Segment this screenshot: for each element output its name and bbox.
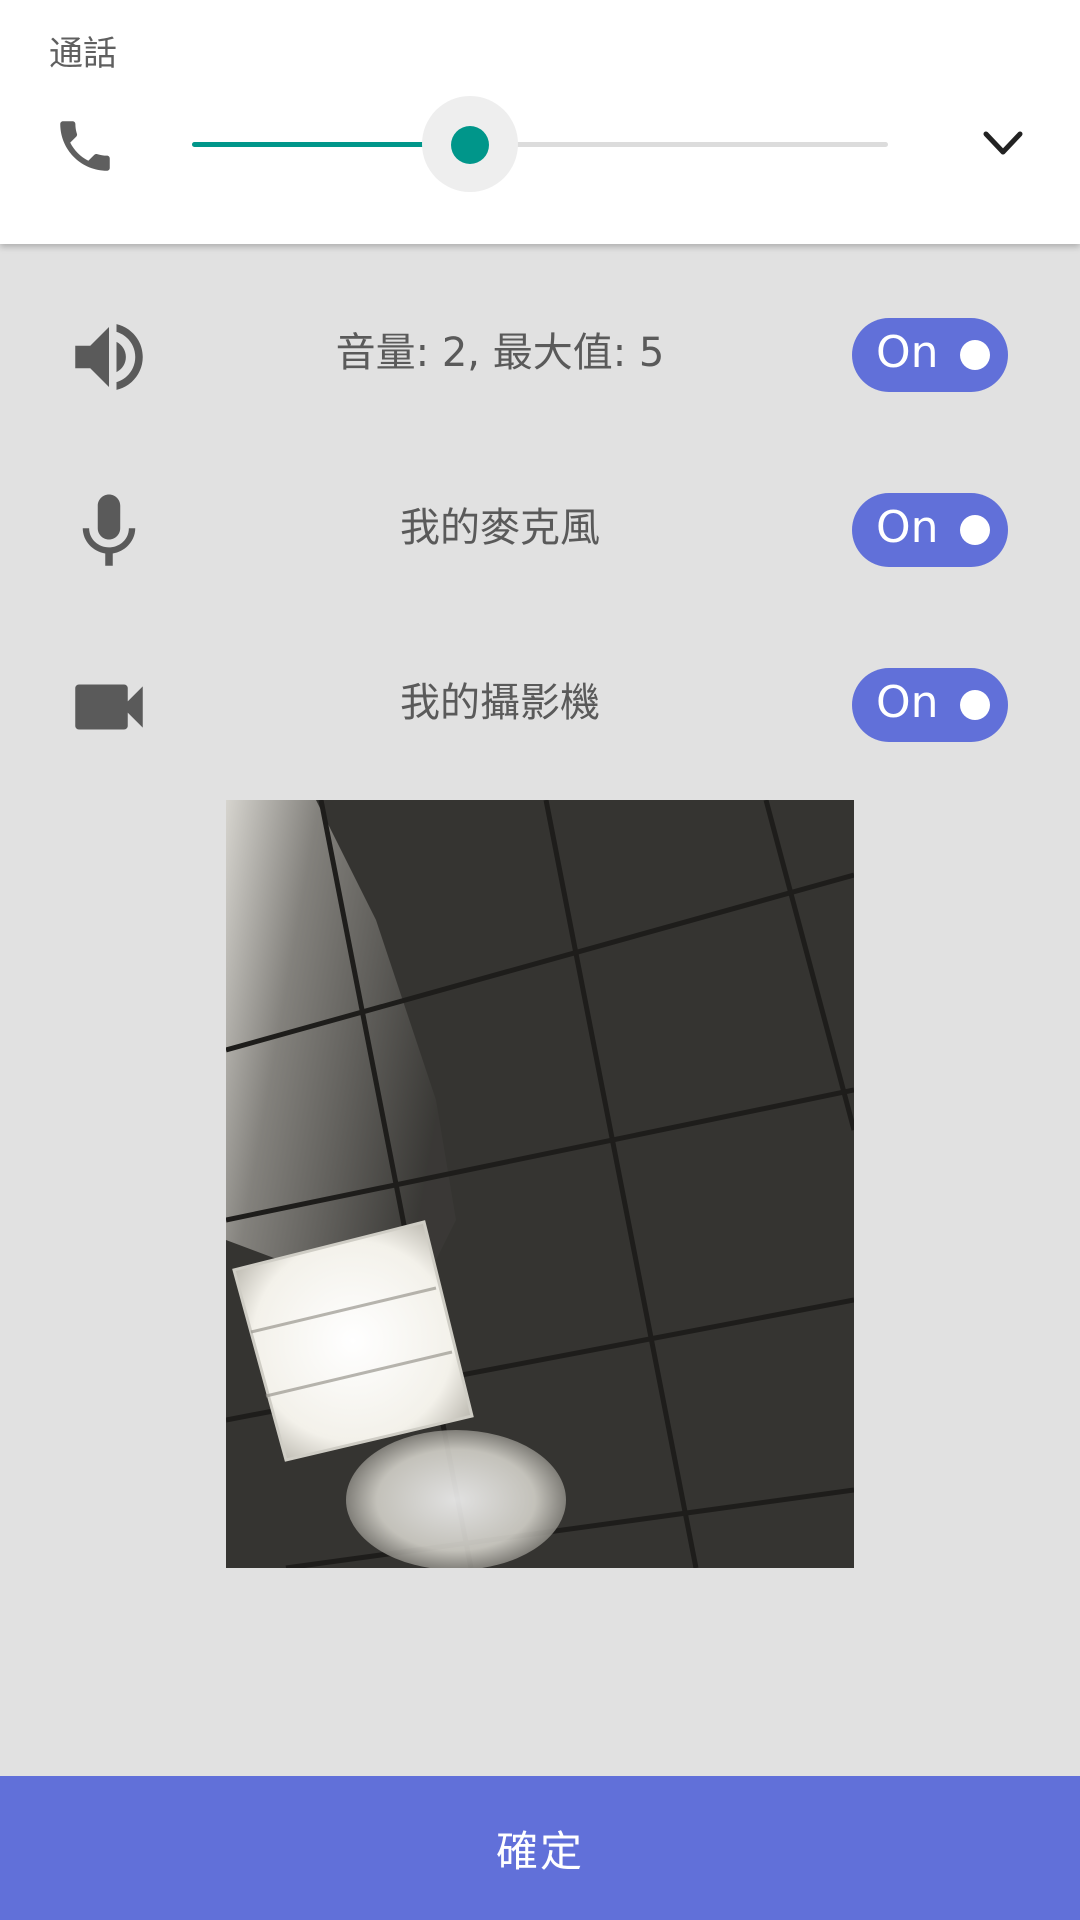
confirm-button[interactable]: 確定 xyxy=(0,1776,1080,1920)
camera-preview xyxy=(226,800,854,1568)
phone-icon xyxy=(60,121,110,171)
volume-slider[interactable] xyxy=(192,96,888,192)
videocam-icon xyxy=(75,684,143,730)
camera-label: 我的攝影機 xyxy=(400,680,600,726)
speaker-toggle-text: On xyxy=(876,327,939,378)
confirm-button-label: 確定 xyxy=(495,1826,584,1876)
volume-panel-title: 通話 xyxy=(49,34,117,74)
camera-toggle[interactable]: On xyxy=(852,668,1008,742)
volume-panel: 通話 xyxy=(0,0,1080,244)
microphone-toggle[interactable]: On xyxy=(852,493,1008,567)
chevron-down-icon[interactable] xyxy=(978,124,1028,164)
speaker-volume-label: 音量: 2, 最大值: 5 xyxy=(335,330,665,376)
microphone-icon xyxy=(82,494,136,566)
camera-toggle-knob xyxy=(960,690,990,720)
speaker-row: 音量: 2, 最大值: 5 On xyxy=(0,290,1080,410)
camera-row: 我的攝影機 On xyxy=(0,640,1080,760)
microphone-label: 我的麥克風 xyxy=(400,505,600,551)
speaker-icon xyxy=(75,324,143,390)
speaker-toggle[interactable]: On xyxy=(852,318,1008,392)
microphone-toggle-knob xyxy=(960,515,990,545)
camera-toggle-text: On xyxy=(876,677,939,728)
speaker-toggle-knob xyxy=(960,340,990,370)
microphone-row: 我的麥克風 On xyxy=(0,465,1080,585)
camera-preview-image xyxy=(226,800,854,1568)
microphone-toggle-text: On xyxy=(876,502,939,553)
